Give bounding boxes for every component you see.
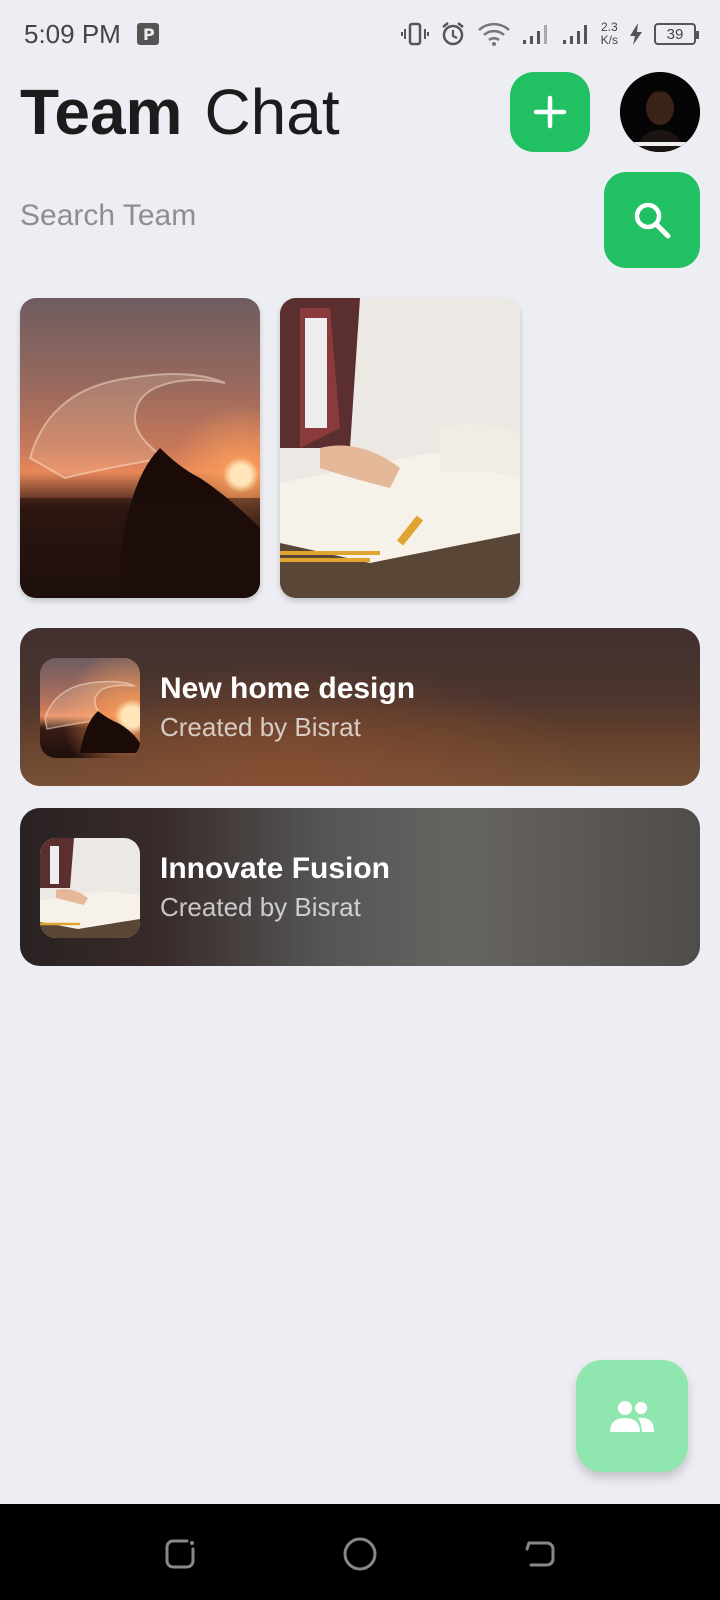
- person-drawing-blueprint-image: [280, 298, 520, 598]
- page-title-light: Chat: [204, 76, 340, 148]
- svg-text:P: P: [143, 25, 155, 44]
- vibrate-icon: [400, 20, 429, 48]
- status-time: 5:09 PM: [24, 18, 121, 49]
- group-icon: [610, 1401, 654, 1432]
- team-creator: Created by Bisrat: [160, 712, 361, 742]
- back-button[interactable]: [520, 1534, 560, 1574]
- network-speed-unit: K/s: [600, 33, 618, 47]
- back-icon: [525, 1541, 555, 1567]
- featured-team-image[interactable]: [280, 298, 520, 598]
- parking-icon: P: [135, 21, 161, 47]
- recent-apps-button[interactable]: [160, 1534, 200, 1574]
- avatar[interactable]: [620, 72, 700, 152]
- status-bar: 5:09 PM P 2.3 K/s 39: [0, 0, 720, 68]
- system-nav-bar: [0, 1504, 720, 1600]
- charging-icon: [628, 22, 644, 46]
- page-title: Team Chat: [20, 74, 340, 150]
- search-icon: [634, 202, 671, 239]
- home-button[interactable]: [340, 1534, 380, 1574]
- ocean-wave-sunset-image: [20, 373, 260, 598]
- search-input[interactable]: [20, 186, 580, 246]
- signal-icon: [521, 22, 551, 46]
- user-avatar-image: [620, 72, 700, 152]
- signal-icon: [561, 22, 591, 46]
- search-button[interactable]: [604, 172, 700, 268]
- person-drawing-blueprint-image: [40, 838, 140, 938]
- team-list-item[interactable]: Innovate Fusion Created by Bisrat: [20, 808, 700, 966]
- wifi-icon: [477, 21, 511, 47]
- team-name: Innovate Fusion: [160, 852, 391, 885]
- team-thumbnail: [40, 658, 140, 758]
- home-icon: [343, 1537, 377, 1571]
- battery-icon: 39: [654, 23, 699, 45]
- page-title-bold: Team: [20, 76, 183, 148]
- featured-team-image[interactable]: [20, 298, 260, 598]
- team-name: New home design: [160, 672, 416, 705]
- alarm-icon: [439, 20, 467, 48]
- add-team-button[interactable]: [510, 72, 590, 152]
- network-speed: 2.3 K/s: [601, 21, 618, 47]
- team-list-item[interactable]: New home design Created by Bisrat: [20, 628, 700, 786]
- teams-fab-button[interactable]: [576, 1360, 688, 1472]
- recent-apps-icon: [165, 1539, 195, 1569]
- plus-icon: [533, 95, 567, 129]
- battery-level: 39: [666, 25, 684, 43]
- team-thumbnail: [40, 838, 140, 938]
- team-creator: Created by Bisrat: [160, 892, 361, 922]
- ocean-wave-sunset-image: [44, 680, 140, 753]
